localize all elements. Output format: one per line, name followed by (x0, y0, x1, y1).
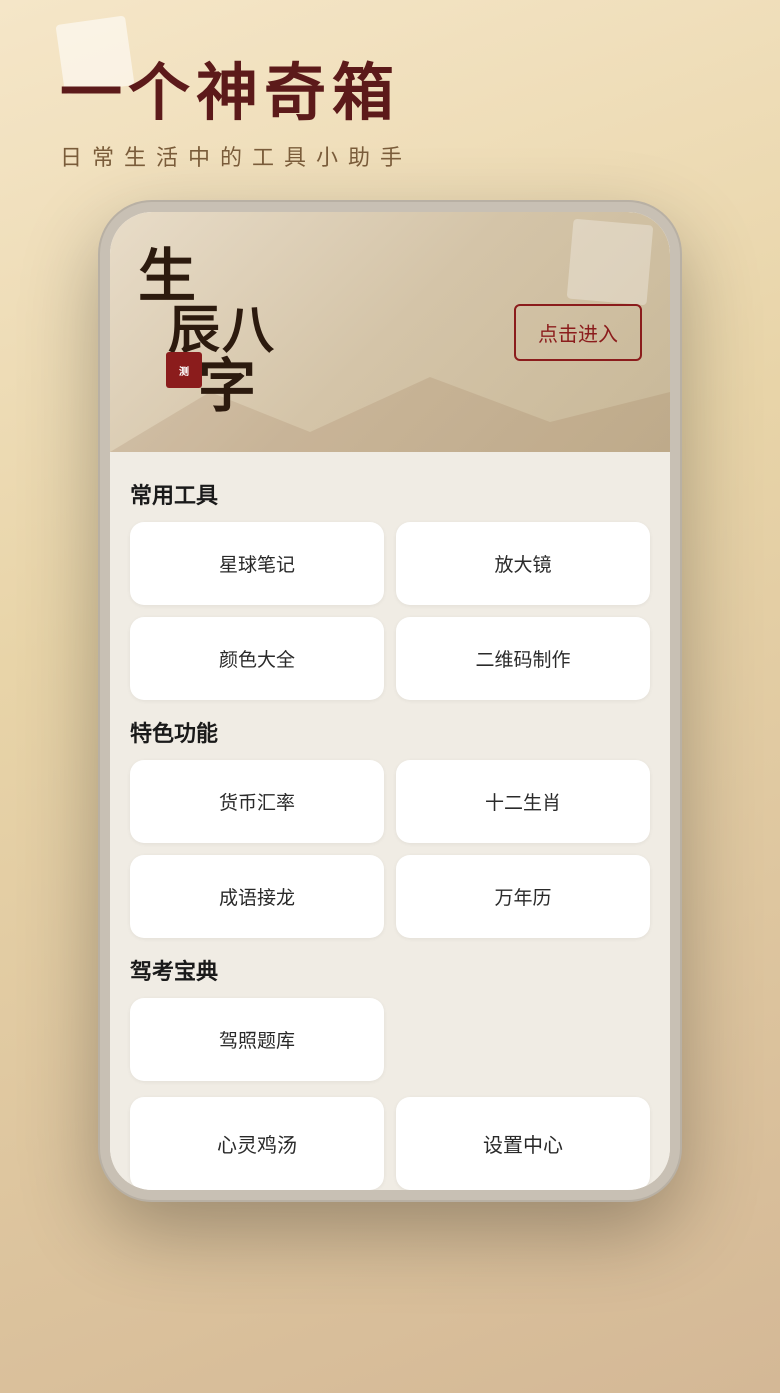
content-area: 常用工具 星球笔记 放大镜 颜色大全 二维码制作 特色功能 货币汇率 十二生肖 … (110, 452, 670, 1190)
bottom-row: 心灵鸡汤 设置中心 (130, 1097, 650, 1190)
driving-grid: 驾照题库 (130, 998, 650, 1081)
tool-card-exchange[interactable]: 货币汇率 (130, 760, 384, 843)
banner-deco (567, 219, 654, 306)
section-title-driving: 驾考宝典 (130, 954, 650, 986)
seal-text: 测 (179, 363, 189, 378)
phone-inner: 生 辰八 字 测 点击进入 常用工具 星球笔记 放大镜 颜色大全 二维码 (110, 212, 670, 1190)
tool-card-calendar[interactable]: 万年历 (396, 855, 650, 938)
tool-card-idiom[interactable]: 成语接龙 (130, 855, 384, 938)
banner-seal: 测 (166, 352, 202, 388)
section-title-common-tools: 常用工具 (130, 478, 650, 510)
title-row3: 字 (198, 358, 276, 416)
tool-card-settings[interactable]: 设置中心 (396, 1097, 650, 1190)
section-title-features: 特色功能 (130, 716, 650, 748)
features-grid: 货币汇率 十二生肖 成语接龙 万年历 (130, 760, 650, 938)
tool-card-driving-test[interactable]: 驾照题库 (130, 998, 384, 1081)
common-tools-grid: 星球笔记 放大镜 颜色大全 二维码制作 (130, 522, 650, 700)
banner-title: 生 辰八 字 (138, 248, 276, 416)
tool-card-magnifier[interactable]: 放大镜 (396, 522, 650, 605)
title-row1: 生 (138, 248, 276, 306)
tool-card-colors[interactable]: 颜色大全 (130, 617, 384, 700)
header-section: 一个神奇箱 日常生活中的工具小助手 (0, 0, 780, 202)
title-row2: 辰八 (168, 306, 276, 358)
main-title: 一个神奇箱 (60, 60, 720, 128)
phone-mockup: 生 辰八 字 测 点击进入 常用工具 星球笔记 放大镜 颜色大全 二维码 (100, 202, 680, 1200)
tool-card-inspiration[interactable]: 心灵鸡汤 (130, 1097, 384, 1190)
tool-card-qrcode[interactable]: 二维码制作 (396, 617, 650, 700)
enter-button[interactable]: 点击进入 (514, 304, 642, 361)
banner: 生 辰八 字 测 点击进入 (110, 212, 670, 452)
sub-title: 日常生活中的工具小助手 (60, 140, 720, 172)
tool-card-zodiac[interactable]: 十二生肖 (396, 760, 650, 843)
tool-card-notes[interactable]: 星球笔记 (130, 522, 384, 605)
